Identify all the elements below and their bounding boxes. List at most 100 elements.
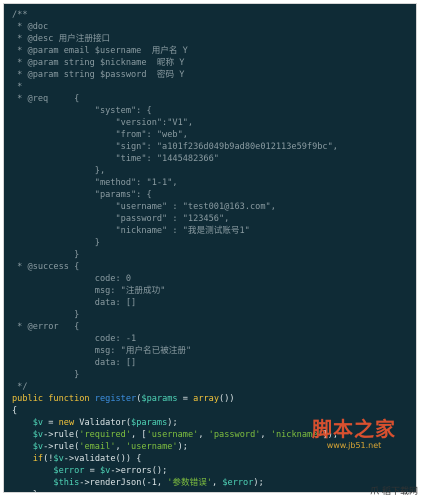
code-line: "method": "1-1", [12, 177, 178, 189]
code-line: } [12, 237, 100, 249]
code-token: = [84, 466, 100, 476]
code-token: register [94, 394, 137, 404]
code-token: (! [43, 454, 54, 464]
code-line: $v = new Validator($params); [12, 417, 178, 429]
code-token: data: [] [12, 298, 137, 308]
code-line: "from": "web", [12, 129, 188, 141]
code-token: } [12, 238, 100, 248]
code-token: "version":"V1", [12, 118, 194, 128]
code-line: * @desc 用户注册接口 [12, 33, 110, 45]
code-token: } [12, 370, 80, 380]
code-token: code: 0 [12, 274, 131, 284]
code-line: * [12, 81, 22, 93]
code-token: '参数错误' [167, 478, 212, 488]
code-token: 'email' [79, 442, 116, 452]
code-token: "time": "1445482366" [12, 154, 219, 164]
site-label: 爪 稻下载网 [370, 487, 418, 497]
code-token: msg: "用户名已被注册" [12, 346, 192, 356]
code-token: "username" : "test001@163.com", [12, 202, 276, 212]
code-token: ); [253, 478, 264, 488]
watermark-logo: 脚本之家 www.jb51.net [302, 417, 406, 463]
code-token: $v [32, 442, 44, 452]
code-line: "nickname" : "我是测试账号1" [12, 225, 250, 237]
code-token: $v [53, 454, 64, 464]
code-line: * @doc [12, 21, 48, 33]
code-token: "sign": "a101f236d049b9ad80e012113e59f9b… [12, 142, 338, 152]
code-token: "params": { [12, 190, 152, 200]
code-line: if(!$v->validate()) { [12, 453, 142, 465]
code-token: ->validate()) { [63, 454, 142, 464]
code-token: } [12, 250, 80, 260]
code-line: public function register($params = array… [12, 393, 235, 405]
code-token: "nickname" : "我是测试账号1" [12, 226, 250, 236]
code-token: * @error { [12, 322, 80, 332]
code-line: } [12, 249, 79, 261]
code-token: "method": "1-1", [12, 178, 178, 188]
code-editor: /** * @doc * @desc 用户注册接口 * @param email… [3, 3, 417, 493]
code-line: */ [12, 381, 27, 393]
code-line: msg: "用户名已被注册" [12, 345, 191, 357]
code-token: 'password' [208, 430, 261, 440]
watermark-url: www.jb51.net [326, 441, 382, 450]
code-token: array [193, 394, 220, 404]
code-token: , [115, 442, 126, 452]
watermark-title: 脚本之家 [312, 417, 396, 441]
code-line: "version":"V1", [12, 117, 193, 129]
code-token: 'required' [79, 430, 132, 440]
code-token: $error [222, 478, 254, 488]
code-token: new [58, 418, 75, 428]
code-line: $v->rule('required', ['username', 'passw… [12, 429, 338, 441]
code-token: * @param string $password 密码 Y [12, 70, 185, 80]
code-line: "username" : "test001@163.com", [12, 201, 276, 213]
code-token: "from": "web", [12, 130, 188, 140]
code-token: $this [53, 478, 80, 488]
code-line: } [12, 369, 79, 381]
code-token: ->rule( [43, 442, 80, 452]
code-line: * @req { [12, 93, 79, 105]
code-line: $v->rule('email', 'username'); [12, 441, 188, 453]
code-line: * @param string $nickname 昵称 Y [12, 57, 184, 69]
code-line: $error = $v->errors(); [12, 465, 167, 477]
code-token: 'username' [125, 442, 178, 452]
code-line: msg: "注册成功" [12, 285, 166, 297]
code-line: "system": { [12, 105, 152, 117]
code-token: }, [12, 166, 106, 176]
code-token: /** [12, 10, 28, 20]
code-line: "password" : "123456", [12, 213, 229, 225]
code-token: ->errors(); [110, 466, 168, 476]
code-token: if [32, 454, 44, 464]
code-token: , [260, 430, 271, 440]
code-line: data: [] [12, 357, 136, 369]
code-line: /** [12, 9, 28, 21]
code-token: { [12, 406, 18, 416]
code-line: * @param email $username 用户名 Y [12, 45, 188, 57]
code-token: $params [131, 418, 168, 428]
code-token: = [43, 418, 59, 428]
code-token: , [211, 478, 223, 488]
code-token: msg: "注册成功" [12, 286, 166, 296]
code-token: $v [32, 418, 44, 428]
code-token: ); [167, 418, 178, 428]
code-line: * @success { [12, 261, 79, 273]
code-token: ->rule( [43, 430, 80, 440]
code-line: "sign": "a101f236d049b9ad80e012113e59f9b… [12, 141, 338, 153]
code-token: } [12, 310, 80, 320]
code-line: * @error { [12, 321, 79, 333]
code-token: code: -1 [12, 334, 137, 344]
code-line: "time": "1445482366" [12, 153, 219, 165]
code-token: * @param email $username 用户名 Y [12, 46, 188, 56]
code-token: 'username' [146, 430, 199, 440]
code-token: "password" : "123456", [12, 214, 230, 224]
code-token: public function [12, 394, 95, 404]
code-token: ); [177, 442, 188, 452]
code-line: { [12, 405, 17, 417]
code-token: "system": { [12, 106, 152, 116]
code-line: code: -1 [12, 333, 136, 345]
code-line: "params": { [12, 189, 152, 201]
code-token: = [177, 394, 194, 404]
